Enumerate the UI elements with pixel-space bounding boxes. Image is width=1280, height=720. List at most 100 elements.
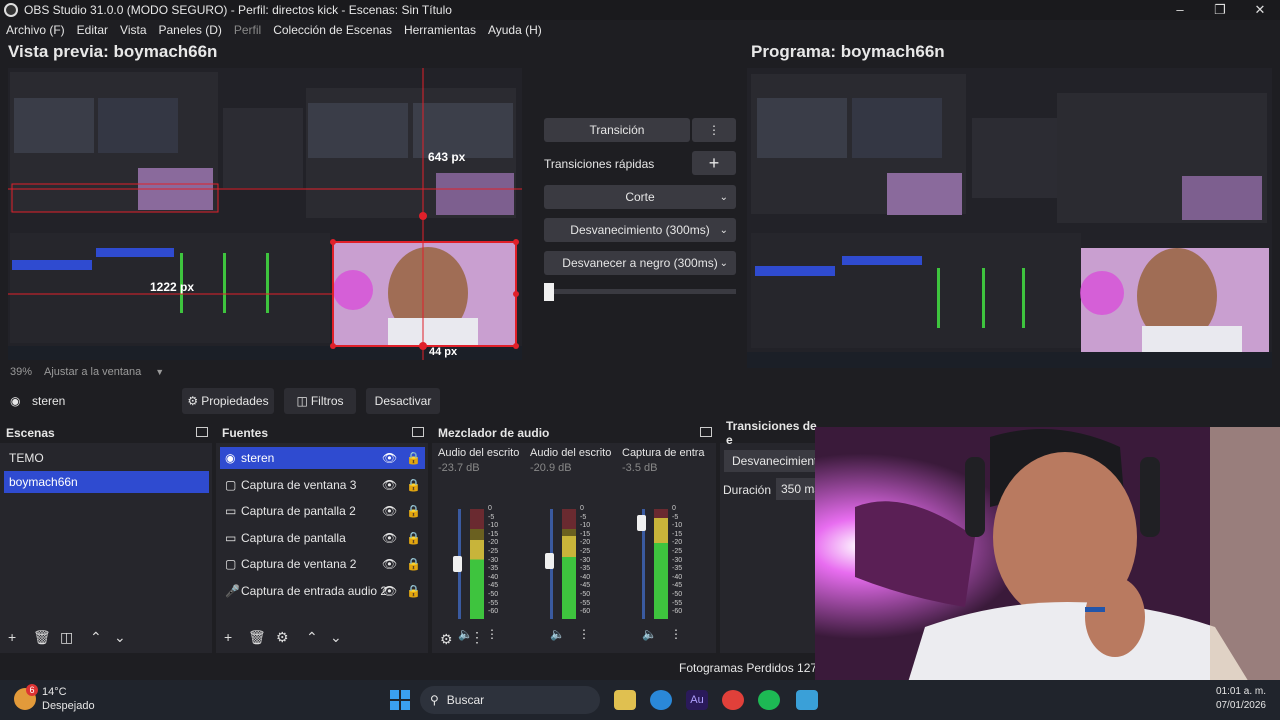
scene-filters-icon[interactable]: ◫ [60,629,73,646]
zoom-mode[interactable]: Ajustar a la ventana [44,366,141,378]
speaker-icon[interactable]: 🔈 [642,627,657,641]
t-bar-handle[interactable] [544,283,554,301]
visibility-eye-icon[interactable]: 👁 [382,451,397,465]
lock-icon[interactable]: 🔒 [406,504,421,518]
duration-input[interactable]: 350 ms [776,478,820,500]
visibility-eye-icon[interactable]: 👁 [382,504,397,518]
source-settings-icon[interactable]: ⚙ [276,629,289,646]
meter-scale-tick: -55 [672,599,683,607]
zoom-level: 39% [10,366,33,378]
remove-scene-icon[interactable]: 🗑 [33,629,51,646]
gear-icon: ⚙ [187,394,199,408]
source-item[interactable]: ▭ Captura de pantalla 2 👁 🔒 [220,500,425,522]
quick-transition-label: Desvanecimiento (300ms) [570,223,710,237]
preview-canvas[interactable]: 643 px 1222 px 44 px [8,68,522,360]
chrome-icon[interactable] [722,690,744,710]
menu-vista[interactable]: Vista [114,23,152,37]
audition-icon[interactable]: Au [686,690,708,710]
channel-menu-icon[interactable]: ⋮ [670,627,682,641]
deactivate-button[interactable]: Desactivar [366,388,440,414]
mixer-dock-title: Mezclador de audio [432,423,716,443]
close-icon[interactable]: ✕ [1240,0,1280,20]
source-label: Captura de pantalla [241,530,346,545]
speaker-icon[interactable]: 🔈 [550,627,565,641]
zoom-dropdown-icon[interactable]: ▼ [155,367,164,377]
chevron-down-icon: ⌄ [719,191,728,203]
meter-scale: 0 -5 -10 -15 -20 -25 -30 -35 -40 -45 -50 -55 -60 [580,505,590,617]
meter-scale-tick: -55 [580,599,591,607]
mixer-settings-icon[interactable]: ⚙ [440,631,453,648]
meter-scale-tick: -5 [488,513,495,521]
volume-fader-handle[interactable] [637,515,646,531]
menu-bar: Archivo (F) Editar Vista Paneles (D) Per… [0,20,1280,40]
source-item[interactable]: ▭ Captura de pantalla 👁 🔒 [220,527,425,549]
lock-icon[interactable]: 🔒 [406,557,421,571]
visibility-eye-icon[interactable]: 👁 [382,557,397,571]
properties-button[interactable]: ⚙ Propiedades [182,388,274,414]
add-source-icon[interactable]: + [224,629,232,645]
move-up-icon[interactable]: ⌃ [90,629,102,646]
channel-menu-icon[interactable]: ⋮ [578,627,590,641]
quick-transition-fade[interactable]: Desvanecimiento (300ms) ⌄ [544,218,736,242]
lock-icon[interactable]: 🔒 [406,584,421,598]
clock-date[interactable]: 07/01/2026 [1200,700,1266,711]
quick-transition-corte[interactable]: Corte ⌄ [544,185,736,209]
volume-fader-handle[interactable] [545,553,554,569]
minimize-icon[interactable]: – [1160,0,1200,20]
meter-scale-tick: -45 [580,582,591,590]
t-bar-track[interactable] [544,289,736,294]
menu-coleccion-escenas[interactable]: Colección de Escenas [267,23,398,37]
add-scene-icon[interactable]: + [8,629,16,645]
transition-select[interactable]: Desvanecimient [724,450,820,472]
dock-float-icon[interactable] [196,427,208,437]
dock-float-icon[interactable] [700,427,712,437]
quick-transition-fade-black[interactable]: Desvanecer a negro (300ms) ⌄ [544,251,736,275]
visibility-eye-icon[interactable]: 👁 [382,531,397,545]
source-item[interactable]: 🎤 Captura de entrada audio 2 👁 🔒 [220,580,425,602]
spotify-icon[interactable] [758,690,780,710]
notepad-icon[interactable] [796,690,818,710]
edge-browser-icon[interactable] [650,690,672,710]
move-down-icon[interactable]: ⌄ [330,629,342,646]
source-item[interactable]: ▢ Captura de ventana 3 👁 🔒 [220,474,425,496]
visibility-eye-icon[interactable]: 👁 [382,478,397,492]
clock-time[interactable]: 01:01 a. m. [1200,686,1266,697]
menu-archivo[interactable]: Archivo (F) [0,23,71,37]
menu-paneles[interactable]: Paneles (D) [153,23,228,37]
scene-item[interactable]: TEMO [4,447,209,469]
maximize-icon[interactable]: ❐ [1200,0,1240,20]
transition-menu-icon[interactable]: ⋮ [692,118,736,142]
mixer-menu-icon[interactable]: ⋮ [470,629,484,646]
source-item[interactable]: ◉ steren 👁 🔒 [220,447,425,469]
visibility-eye-icon[interactable]: 👁 [382,584,397,598]
quick-transitions-label: Transiciones rápidas [544,157,655,171]
source-item[interactable]: ▢ Captura de ventana 2 👁 🔒 [220,553,425,575]
search-icon: ⚲ [430,693,439,707]
lock-icon[interactable]: 🔒 [406,451,421,465]
transition-button[interactable]: Transición [544,118,690,142]
add-quick-transition-icon[interactable]: + [692,151,736,175]
meter-scale-tick: -60 [580,608,591,616]
lock-icon[interactable]: 🔒 [406,531,421,545]
meter-scale: 0 -5 -10 -15 -20 -25 -30 -35 -40 -45 -50 -55 -60 [672,505,682,617]
scenes-dock: Escenas TEMO boymach66n + 🗑 ◫ ⌃ ⌄ [0,423,212,653]
menu-herramientas[interactable]: Herramientas [398,23,482,37]
move-down-icon[interactable]: ⌄ [114,629,126,646]
menu-editar[interactable]: Editar [71,23,114,37]
windows-start-icon[interactable] [390,690,410,710]
volume-fader-handle[interactable] [453,556,462,572]
move-up-icon[interactable]: ⌃ [306,629,318,646]
scene-item-selected[interactable]: boymach66n [4,471,209,493]
file-explorer-icon[interactable] [614,690,636,710]
menu-ayuda[interactable]: Ayuda (H) [482,23,548,37]
lock-icon[interactable]: 🔒 [406,478,421,492]
menu-perfil[interactable]: Perfil [228,23,267,37]
filters-button[interactable]: ◫ Filtros [284,388,356,414]
dock-float-icon[interactable] [412,427,424,437]
taskbar-search[interactable]: ⚲ Buscar [420,686,600,714]
meter-scale-tick: -15 [672,530,683,538]
channel-menu-icon[interactable]: ⋮ [486,627,498,641]
meter-scale-tick: -10 [580,522,591,530]
crop-measure-bottom: 44 px [429,346,458,358]
remove-source-icon[interactable]: 🗑 [248,629,266,646]
